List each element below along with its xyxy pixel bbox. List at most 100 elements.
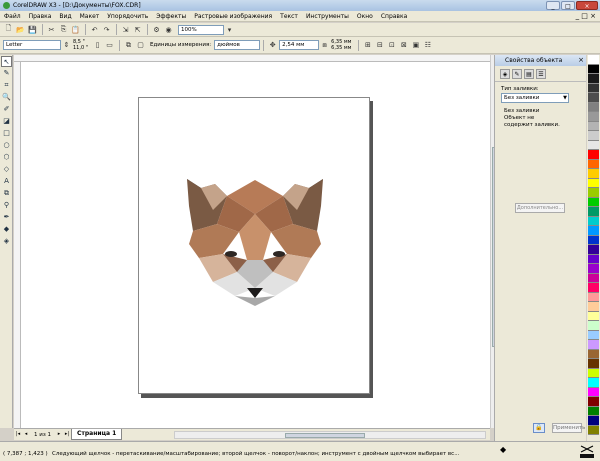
fill-indicator-icon[interactable]: ◆ [500, 445, 506, 454]
freehand-tool-icon[interactable]: ✐ [1, 104, 12, 115]
menu-effects[interactable]: Эффекты [156, 13, 186, 20]
snap-objects-icon[interactable]: ⊡ [386, 40, 397, 51]
save-icon[interactable]: 💾 [27, 24, 38, 35]
redo-icon[interactable]: ↷ [101, 24, 112, 35]
drawing-page[interactable] [138, 97, 370, 394]
menu-window[interactable]: Окно [357, 13, 373, 20]
color-swatch[interactable] [588, 330, 599, 340]
ellipse-tool-icon[interactable]: ○ [1, 140, 12, 151]
color-swatch[interactable] [588, 264, 599, 274]
color-swatch[interactable] [588, 387, 599, 397]
color-swatch[interactable] [588, 121, 599, 131]
fill-tool-icon[interactable]: ◆ [1, 224, 12, 235]
color-swatch[interactable] [588, 416, 599, 426]
menu-file[interactable]: Файл [4, 13, 21, 20]
color-swatch[interactable] [588, 254, 599, 264]
color-swatch[interactable] [588, 131, 599, 141]
nudge-distance-field[interactable]: 2,54 мм [279, 40, 320, 50]
text-tool-icon[interactable]: A [1, 176, 12, 187]
snap-grid-icon[interactable]: ⊞ [362, 40, 373, 51]
color-swatch[interactable] [588, 340, 599, 350]
zoom-tool-icon[interactable]: 🔍 [1, 92, 12, 103]
portrait-icon[interactable]: ▯ [92, 40, 103, 51]
interactive-blend-tool-icon[interactable]: ⧉ [1, 188, 12, 199]
page-size-select[interactable]: Letter [3, 40, 61, 50]
drawing-workspace[interactable] [14, 55, 498, 428]
internet-tab-icon[interactable]: ☰ [536, 69, 546, 79]
first-page-icon[interactable]: |◂ [14, 430, 22, 439]
color-swatch[interactable] [588, 292, 599, 302]
page-height-field[interactable]: 11,0 " [73, 45, 88, 51]
maximize-button[interactable]: □ [561, 1, 575, 10]
zoom-level-field[interactable]: 100% [178, 24, 224, 35]
menu-tools[interactable]: Инструменты [306, 13, 349, 20]
menu-edit[interactable]: Правка [29, 13, 52, 20]
all-pages-icon[interactable]: ⧉ [123, 40, 134, 51]
treat-as-filled-icon[interactable]: ▣ [410, 40, 421, 51]
color-swatch[interactable] [588, 349, 599, 359]
menu-bitmaps[interactable]: Растровые изображения [194, 13, 272, 20]
color-swatch[interactable] [588, 74, 599, 84]
options-icon[interactable]: ☷ [422, 40, 433, 51]
close-icon[interactable]: × [578, 55, 584, 66]
polygon-tool-icon[interactable]: ⬡ [1, 152, 12, 163]
color-swatch[interactable] [588, 83, 599, 93]
basic-shapes-tool-icon[interactable]: ◇ [1, 164, 12, 175]
duplicate-y-field[interactable]: 6,35 мм [331, 45, 351, 51]
menu-arrange[interactable]: Упорядочить [107, 13, 148, 20]
current-page-icon[interactable]: ▢ [135, 40, 146, 51]
apply-button[interactable]: Применить [552, 423, 585, 433]
color-swatch[interactable] [588, 406, 599, 416]
fox-illustration[interactable] [187, 176, 323, 306]
outline-indicator-icon[interactable] [578, 444, 596, 460]
color-swatch[interactable] [588, 302, 599, 312]
snap-guidelines-icon[interactable]: ⊟ [374, 40, 385, 51]
pick-tool-icon[interactable]: ↖ [1, 56, 12, 67]
corel-online-icon[interactable]: ◉ [163, 24, 174, 35]
outline-tool-icon[interactable]: ✒ [1, 212, 12, 223]
paste-icon[interactable]: 📋 [70, 24, 81, 35]
new-icon[interactable]: 🗋 [3, 24, 14, 35]
color-swatch[interactable] [588, 235, 599, 245]
minimize-button[interactable]: _ [546, 1, 560, 10]
color-swatch[interactable] [588, 64, 599, 74]
color-swatch[interactable] [588, 283, 599, 293]
fill-type-select[interactable]: Без заливки ▼ [501, 93, 569, 103]
color-swatch[interactable] [588, 378, 599, 388]
dynamic-guides-icon[interactable]: ⊠ [398, 40, 409, 51]
next-page-icon[interactable]: ▸ [55, 430, 63, 439]
horizontal-scroll-thumb[interactable] [285, 433, 365, 438]
shape-tool-icon[interactable]: ✎ [1, 68, 12, 79]
color-swatch[interactable] [588, 321, 599, 331]
color-swatch[interactable] [588, 102, 599, 112]
export-icon[interactable]: ⇱ [132, 24, 143, 35]
color-swatch[interactable] [588, 178, 599, 188]
menu-layout[interactable]: Макет [80, 13, 100, 20]
horizontal-scrollbar[interactable] [174, 431, 486, 439]
color-swatch[interactable] [588, 245, 599, 255]
undo-icon[interactable]: ↶ [89, 24, 100, 35]
color-swatch[interactable] [588, 368, 599, 378]
color-swatch[interactable] [588, 226, 599, 236]
color-swatch[interactable] [588, 311, 599, 321]
color-swatch[interactable] [588, 140, 599, 150]
rectangle-tool-icon[interactable]: □ [1, 128, 12, 139]
document-window-controls[interactable]: _ □ × [576, 12, 596, 20]
fill-tab-icon[interactable]: ◈ [500, 69, 510, 79]
app-launcher-icon[interactable]: ⚙ [151, 24, 162, 35]
color-swatch[interactable] [588, 397, 599, 407]
prev-page-icon[interactable]: ◂ [22, 430, 30, 439]
landscape-icon[interactable]: ▭ [104, 40, 115, 51]
color-swatch[interactable] [588, 273, 599, 283]
color-swatch[interactable] [588, 159, 599, 169]
page-tab[interactable]: Страница 1 [71, 429, 123, 440]
color-swatch[interactable] [588, 112, 599, 122]
cut-icon[interactable]: ✂ [46, 24, 57, 35]
color-swatch[interactable] [588, 207, 599, 217]
import-icon[interactable]: ⇲ [120, 24, 131, 35]
color-swatch[interactable] [588, 150, 599, 160]
general-tab-icon[interactable]: ▤ [524, 69, 534, 79]
color-swatch[interactable] [588, 359, 599, 369]
interactive-fill-tool-icon[interactable]: ◈ [1, 236, 12, 247]
eyedropper-tool-icon[interactable]: ⚲ [1, 200, 12, 211]
